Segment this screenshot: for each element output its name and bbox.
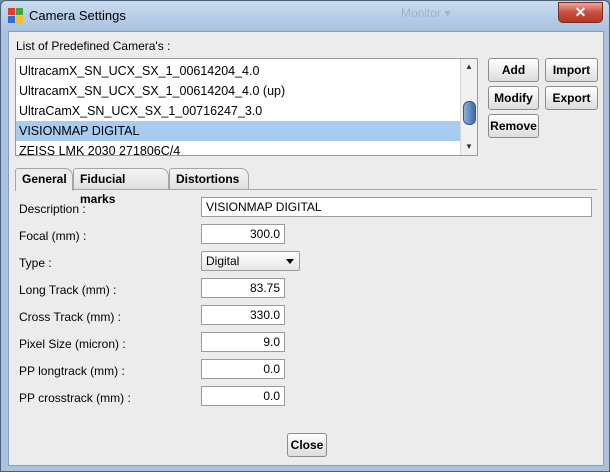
list-item[interactable]: UltracamX_SN_UCX_SX_1_00614204_4.0 [16,61,460,81]
title-bar[interactable]: Camera Settings Monitor ▾ ✕ [1,1,609,31]
description-label: Description : [19,202,86,216]
long-track-label: Long Track (mm) : [19,283,117,297]
type-select-value: Digital [206,254,240,268]
modify-button[interactable]: Modify [488,86,539,110]
scroll-down-icon[interactable]: ▼ [461,139,477,155]
tab-divider [15,189,597,190]
list-item-selected[interactable]: VISIONMAP DIGITAL [16,121,460,141]
tab-general[interactable]: General [15,168,73,191]
add-button[interactable]: Add [488,58,539,82]
tab-fiducial-marks[interactable]: Fiducial marks [73,168,169,206]
camera-settings-window: Camera Settings Monitor ▾ ✕ List of Pred… [0,0,610,472]
scroll-up-icon[interactable]: ▲ [461,59,477,75]
list-scrollbar[interactable]: ▲ ▼ [460,59,477,155]
long-track-field[interactable]: 83.75 [201,278,285,298]
pp-crosstrack-label: PP crosstrack (mm) : [19,391,131,405]
window-close-button[interactable]: ✕ [558,2,603,23]
pixel-size-field[interactable]: 9.0 [201,332,285,352]
app-icon [8,8,23,23]
import-button[interactable]: Import [545,58,598,82]
window-title: Camera Settings [29,8,126,23]
close-icon: ✕ [574,4,587,20]
camera-list-label: List of Predefined Camera's : [16,39,171,53]
cross-track-field[interactable]: 330.0 [201,305,285,325]
pp-longtrack-label: PP longtrack (mm) : [19,364,125,378]
description-field[interactable]: VISIONMAP DIGITAL [201,197,592,217]
dialog-body: List of Predefined Camera's : UltracamX_… [8,31,604,466]
chevron-down-icon [286,259,294,264]
type-label: Type : [19,256,52,270]
type-select[interactable]: Digital [201,251,300,271]
focal-label: Focal (mm) : [19,229,87,243]
remove-button[interactable]: Remove [488,114,539,138]
focal-field[interactable]: 300.0 [201,224,285,244]
cross-track-label: Cross Track (mm) : [19,310,121,324]
close-button[interactable]: Close [287,433,327,457]
pp-crosstrack-field[interactable]: 0.0 [201,386,285,406]
background-window-ghost: Monitor ▾ [401,6,451,20]
camera-list[interactable]: UltracamX_SN_UCX_SX_1_00614204_4.0 Ultra… [15,58,478,156]
export-button[interactable]: Export [545,86,598,110]
list-item[interactable]: UltraCamX_SN_UCX_SX_1_00716247_3.0 [16,101,460,121]
pixel-size-label: Pixel Size (micron) : [19,337,126,351]
list-item[interactable]: ZEISS LMK 2030 271806C/4 [16,141,460,155]
tab-distortions[interactable]: Distortions [169,168,249,190]
pp-longtrack-field[interactable]: 0.0 [201,359,285,379]
scroll-thumb[interactable] [463,101,476,125]
list-item[interactable]: UltracamX_SN_UCX_SX_1_00614204_4.0 (up) [16,81,460,101]
